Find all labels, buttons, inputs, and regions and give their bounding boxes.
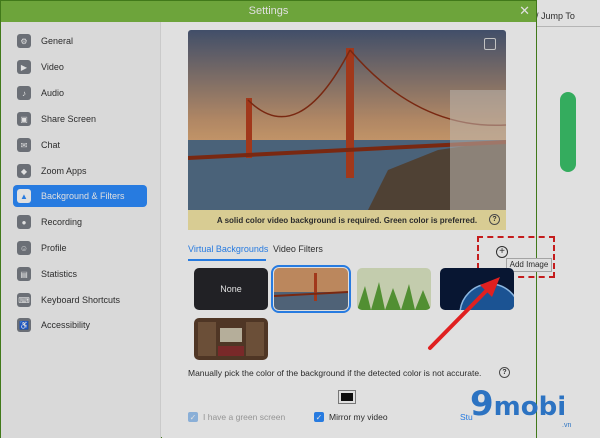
sidebar-item-chat[interactable]: ✉ Chat xyxy=(13,134,147,156)
mirror-video-checkbox[interactable]: ✓ xyxy=(314,412,324,422)
sidebar-item-share-screen[interactable]: ▣ Share Screen xyxy=(13,108,147,130)
sidebar-item-general[interactable]: ⚙ General xyxy=(13,30,147,52)
sidebar-item-background-filters[interactable]: ▲ Background & Filters xyxy=(13,185,147,207)
manual-color-instruction: Manually pick the color of the backgroun… xyxy=(188,368,482,378)
sidebar-item-profile[interactable]: ☺ Profile xyxy=(13,237,147,259)
tab-virtual-backgrounds[interactable]: Virtual Backgrounds xyxy=(188,244,268,254)
sidebar-item-accessibility[interactable]: ♿ Accessibility xyxy=(13,314,147,336)
sidebar-item-label: Background & Filters xyxy=(41,191,125,201)
green-screen-checkbox[interactable]: ✓ xyxy=(188,412,198,422)
person-background-icon: ▲ xyxy=(17,189,31,203)
help-icon[interactable]: ? xyxy=(499,367,510,378)
help-icon[interactable]: ? xyxy=(489,214,500,225)
settings-sidebar: ⚙ General ▶ Video ♪ Audio ▣ Share Screen… xyxy=(1,22,161,438)
mirror-video-checkbox-row[interactable]: ✓ Mirror my video xyxy=(314,412,388,422)
background-none-option[interactable]: None xyxy=(194,268,268,310)
sidebar-item-recording[interactable]: ● Recording xyxy=(13,211,147,233)
notice-text: A solid color video background is requir… xyxy=(216,215,478,225)
sidebar-item-label: General xyxy=(41,36,74,46)
sidebar-item-label: Chat xyxy=(41,140,61,150)
sidebar-item-label: Zoom Apps xyxy=(41,166,87,176)
apps-icon: ◆ xyxy=(17,164,31,178)
gear-icon: ⚙ xyxy=(17,34,31,48)
sidebar-item-zoom-apps[interactable]: ◆ Zoom Apps xyxy=(13,160,147,182)
sidebar-item-label: Audio xyxy=(41,88,65,98)
jump-to-label[interactable]: / Jump To xyxy=(536,11,575,21)
profile-icon: ☺ xyxy=(17,241,31,255)
background-filters-panel: A solid color video background is requir… xyxy=(162,22,555,438)
accessibility-icon: ♿ xyxy=(17,318,31,332)
sidebar-item-keyboard-shortcuts[interactable]: ⌨ Keyboard Shortcuts xyxy=(13,289,147,311)
settings-window: Settings ✕ ⚙ General ▶ Video ♪ Audio ▣ S… xyxy=(0,0,555,438)
share-screen-icon: ▣ xyxy=(17,112,31,126)
close-icon[interactable]: ✕ xyxy=(519,3,530,19)
background-space-option[interactable] xyxy=(440,268,514,310)
tab-video-filters[interactable]: Video Filters xyxy=(273,244,323,254)
chat-icon: ✉ xyxy=(17,138,31,152)
sidebar-item-label: Recording xyxy=(41,217,83,227)
active-tab-underline xyxy=(188,259,266,261)
sidebar-item-audio[interactable]: ♪ Audio xyxy=(13,82,147,104)
sidebar-item-label: Profile xyxy=(41,243,67,253)
sidebar-item-video[interactable]: ▶ Video xyxy=(13,56,147,78)
green-screen-checkbox-row[interactable]: ✓ I have a green screen xyxy=(188,412,285,422)
background-app-graphic xyxy=(560,92,576,172)
headphones-icon: ♪ xyxy=(17,86,31,100)
record-icon: ● xyxy=(17,215,31,229)
green-screen-label: I have a green screen xyxy=(203,412,286,422)
title-bar[interactable]: Settings ✕ xyxy=(1,1,536,22)
divider xyxy=(530,26,600,27)
background-library-option[interactable] xyxy=(194,318,268,360)
sidebar-item-label: Keyboard Shortcuts xyxy=(41,295,121,305)
sidebar-item-statistics[interactable]: ▤ Statistics xyxy=(13,263,147,285)
sidebar-item-label: Share Screen xyxy=(41,114,97,124)
background-golden-gate-option[interactable] xyxy=(271,265,351,313)
green-screen-notice: A solid color video background is requir… xyxy=(188,210,506,230)
video-icon: ▶ xyxy=(17,60,31,74)
studio-effects-link[interactable]: Stu xyxy=(460,412,473,422)
window-title: Settings xyxy=(248,5,289,17)
sidebar-item-label: Accessibility xyxy=(41,320,91,330)
popout-icon[interactable] xyxy=(484,38,496,50)
statistics-icon: ▤ xyxy=(17,267,31,281)
background-grass-option[interactable] xyxy=(357,268,431,310)
mirror-video-label: Mirror my video xyxy=(329,412,388,422)
sidebar-item-label: Video xyxy=(41,62,64,72)
sidebar-item-label: Statistics xyxy=(41,269,78,279)
video-preview xyxy=(188,30,506,230)
background-color-picker[interactable] xyxy=(338,390,356,404)
picked-color-swatch xyxy=(341,393,353,401)
background-app-window: / Jump To xyxy=(530,0,600,438)
keyboard-icon: ⌨ xyxy=(17,293,31,307)
add-image-button[interactable]: + xyxy=(496,246,508,258)
